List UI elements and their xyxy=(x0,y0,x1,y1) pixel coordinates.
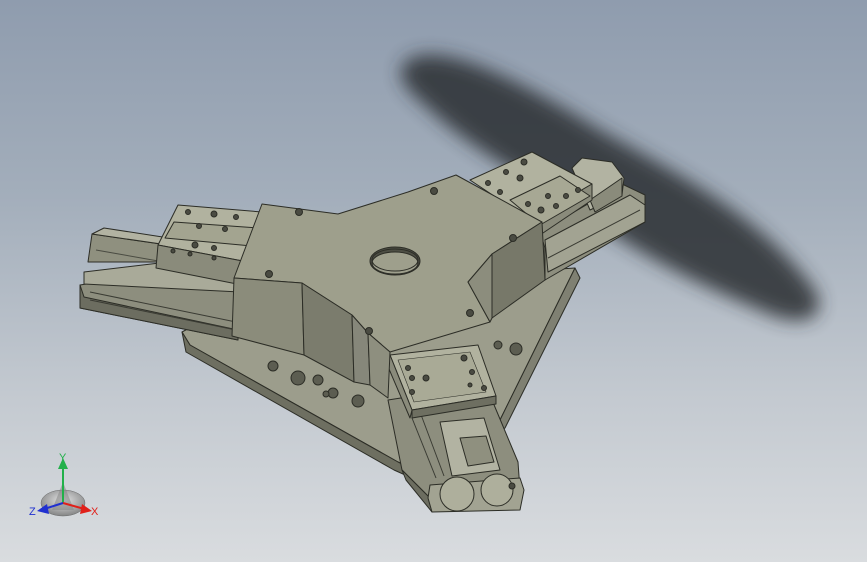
model-canvas[interactable]: Y X Z xyxy=(0,0,867,562)
assembly-model[interactable] xyxy=(79,151,646,513)
coordinate-triad: Y X Z xyxy=(29,452,99,518)
triad-x-label: X xyxy=(91,506,99,518)
triad-z-label: Z xyxy=(29,506,36,518)
triad-y-label: Y xyxy=(59,452,67,464)
graphics-viewport[interactable]: Y X Z xyxy=(0,0,867,562)
